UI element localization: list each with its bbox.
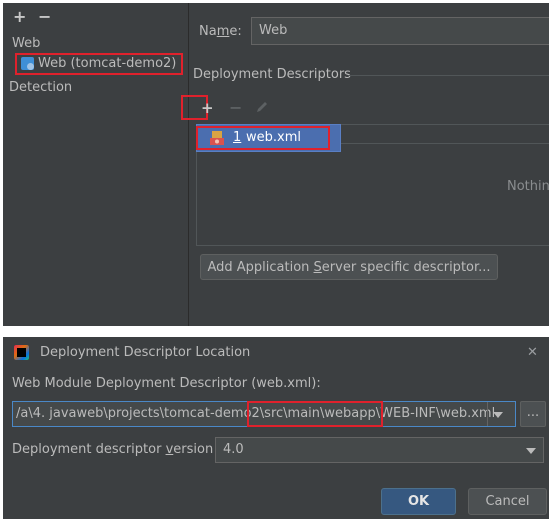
facet-tree: + − Web Detection [3, 3, 189, 326]
name-field[interactable]: Web [251, 17, 549, 45]
version-label: Deployment descriptor version [12, 442, 214, 457]
path-label: Web Module Deployment Descriptor (web.xm… [12, 376, 321, 391]
name-label: Name: [199, 24, 242, 39]
section-separator [348, 75, 549, 76]
deployment-descriptors-title: Deployment Descriptors [193, 67, 351, 82]
close-icon[interactable]: ✕ [527, 345, 538, 361]
add-server-descriptor-button[interactable]: Add Application Server specific descript… [200, 254, 498, 280]
tree-group-detection[interactable]: Detection [9, 80, 72, 96]
web-facet-icon [21, 57, 34, 70]
table-header-line [341, 143, 549, 144]
facets-panel: + − Web Detection Web (tomcat-demo2) Nam… [3, 3, 549, 326]
pencil-icon[interactable] [254, 99, 270, 115]
dialog-title: Deployment Descriptor Location [40, 345, 251, 360]
descriptor-file: web.xml [246, 130, 301, 145]
version-select[interactable]: 4.0 [215, 437, 544, 463]
add-descriptor-button[interactable]: + [201, 100, 214, 116]
tree-group-web[interactable]: Web [12, 36, 40, 52]
cancel-button[interactable]: Cancel [468, 488, 547, 515]
intellij-idea-icon [14, 345, 29, 360]
remove-facet-button[interactable]: − [38, 9, 51, 25]
descriptor-index: 1 [233, 130, 242, 145]
xml-file-icon [210, 131, 224, 145]
tree-item-web-facet-label: Web (tomcat-demo2) [38, 56, 177, 71]
empty-table-text: Nothing [507, 179, 549, 194]
ok-button[interactable]: OK [381, 488, 456, 515]
chevron-down-icon[interactable] [493, 412, 503, 418]
remove-descriptor-button[interactable]: − [229, 100, 242, 116]
add-facet-button[interactable]: + [13, 9, 26, 25]
path-combo-divider [487, 402, 488, 426]
path-highlight [247, 401, 383, 427]
browse-button[interactable]: ... [520, 401, 546, 427]
chevron-down-icon[interactable] [526, 448, 536, 454]
descriptor-location-dialog: Deployment Descriptor Location ✕ Web Mod… [3, 337, 549, 519]
